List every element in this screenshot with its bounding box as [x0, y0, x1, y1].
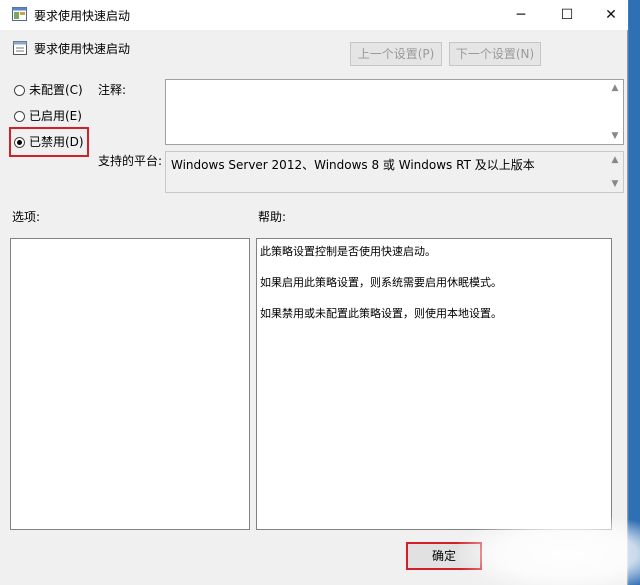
policy-name-heading: 要求使用快速启动 [34, 42, 131, 56]
maximize-button[interactable]: ☐ [544, 0, 590, 30]
radio-label: 未配置(C) [29, 83, 83, 97]
previous-setting-button[interactable]: 上一个设置(P) [350, 42, 442, 66]
radio-label: 已启用(E) [29, 109, 82, 123]
help-text-line: 如果启用此策略设置，则系统需要启用休眠模式。 [260, 276, 502, 289]
minimize-button[interactable]: ─ [498, 0, 544, 30]
help-pane: 此策略设置控制是否使用快速启动。 如果启用此策略设置，则系统需要启用休眠模式。 … [256, 238, 612, 530]
policy-setting-icon [13, 41, 27, 55]
highlight-box [9, 127, 89, 157]
platform-text: Windows Server 2012、Windows 8 或 Windows … [171, 158, 535, 172]
platform-scrollbar[interactable]: ▲ ▼ [607, 152, 623, 192]
title-bar: 要求使用快速启动 ─ ☐ ✕ [0, 0, 628, 30]
help-text-line: 此策略设置控制是否使用快速启动。 [260, 245, 436, 258]
help-label: 帮助: [258, 210, 287, 224]
next-setting-button[interactable]: 下一个设置(N) [449, 42, 541, 66]
radio-enabled[interactable]: 已启用(E) [14, 107, 82, 125]
close-button[interactable]: ✕ [588, 0, 634, 30]
comment-scrollbar[interactable]: ▲ ▼ [607, 80, 623, 144]
scroll-down-icon[interactable]: ▼ [607, 128, 623, 144]
scroll-down-icon[interactable]: ▼ [607, 176, 623, 192]
policy-setting-dialog: 要求使用快速启动 ─ ☐ ✕ 要求使用快速启动 上一个设置(P) 下一个设置(N… [0, 0, 628, 585]
radio-circle[interactable] [14, 85, 25, 96]
platform-label: 支持的平台: [98, 154, 163, 168]
watermark-glow [458, 515, 640, 585]
desktop-background [629, 0, 640, 585]
help-text-line: 如果禁用或未配置此策略设置，则使用本地设置。 [260, 307, 502, 320]
radio-circle[interactable] [14, 111, 25, 122]
comment-label: 注释: [98, 83, 127, 97]
scroll-up-icon[interactable]: ▲ [607, 80, 623, 96]
radio-not-configured[interactable]: 未配置(C) [14, 81, 83, 99]
scroll-up-icon[interactable]: ▲ [607, 152, 623, 168]
comment-field[interactable]: ▲ ▼ [165, 79, 624, 145]
options-pane [10, 238, 250, 530]
options-label: 选项: [12, 210, 41, 224]
window-title: 要求使用快速启动 [34, 9, 131, 23]
platform-field[interactable]: Windows Server 2012、Windows 8 或 Windows … [165, 151, 624, 193]
group-policy-icon [12, 7, 27, 21]
